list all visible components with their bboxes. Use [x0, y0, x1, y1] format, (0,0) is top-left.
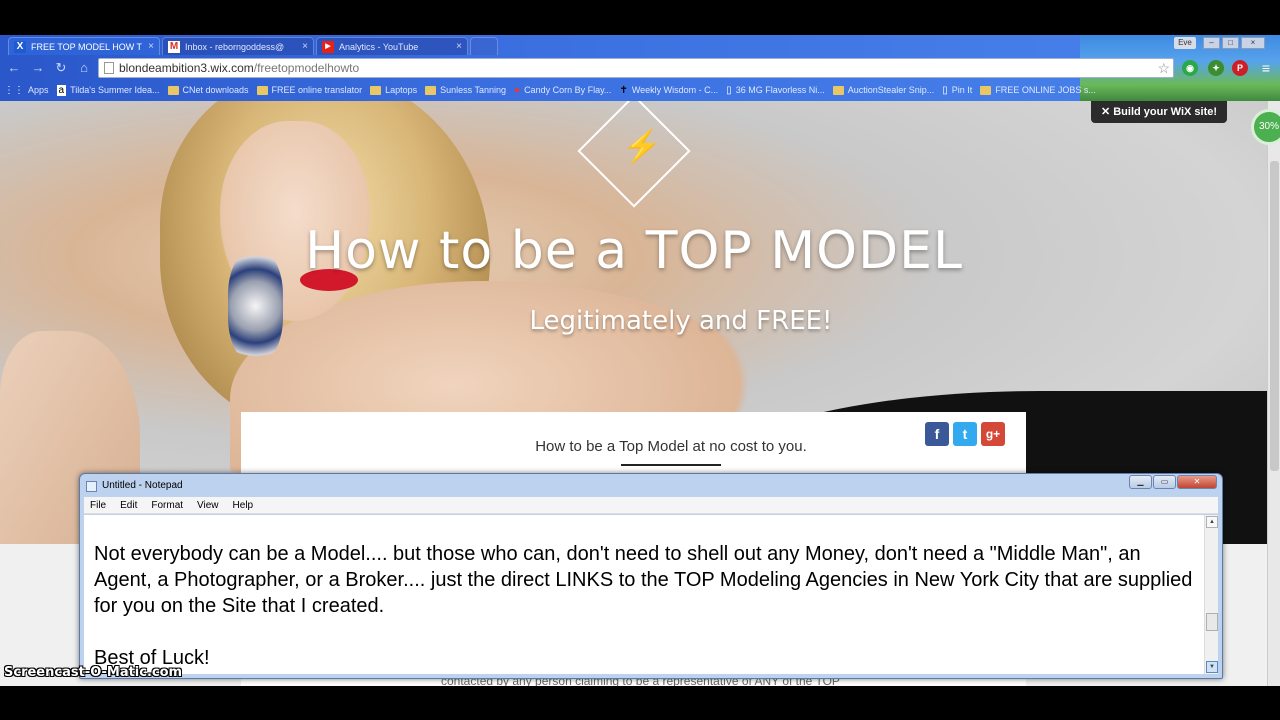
- extension-leaf-icon[interactable]: ✦: [1208, 60, 1224, 76]
- folder-icon: [167, 85, 179, 95]
- browser-chrome: X FREE TOP MODEL HOW T × M Inbox - rebor…: [0, 35, 1280, 101]
- bookmark-free-online-jobs[interactable]: FREE ONLINE JOBS s...: [980, 85, 1096, 95]
- close-icon[interactable]: ×: [302, 38, 308, 55]
- lightning-bolt-icon: ⚡: [622, 128, 662, 164]
- maximize-button[interactable]: □: [1222, 37, 1239, 49]
- folder-icon: [256, 85, 268, 95]
- bookmark-star-icon[interactable]: ☆: [1157, 60, 1170, 77]
- site-title: How to be a TOP MODEL: [305, 221, 963, 281]
- bookmark-pin-it[interactable]: ▯ Pin It: [942, 85, 972, 96]
- tab-label: FREE TOP MODEL HOW T: [31, 42, 143, 52]
- notepad-maximize-button[interactable]: ▭: [1153, 475, 1176, 489]
- cross-icon: ✝: [619, 84, 628, 96]
- home-icon[interactable]: ⌂: [76, 60, 92, 76]
- tab-analytics-youtube[interactable]: ▶ Analytics - YouTube ×: [316, 37, 468, 55]
- menu-icon[interactable]: ≡: [1258, 60, 1274, 76]
- close-icon[interactable]: ×: [148, 38, 154, 55]
- notepad-content: Not everybody can be a Model.... but tho…: [94, 541, 1194, 671]
- menu-format[interactable]: Format: [151, 497, 183, 513]
- notepad-window: Untitled - Notepad ▁ ▭ ✕ File Edit Forma…: [79, 473, 1223, 679]
- notepad-closing: Best of Luck!: [94, 647, 210, 669]
- menu-view[interactable]: View: [197, 497, 219, 513]
- reload-icon[interactable]: ↻: [53, 60, 69, 76]
- notepad-window-controls: ▁ ▭ ✕: [1129, 475, 1217, 489]
- address-bar[interactable]: blondeambition3.wix.com/freetopmodelhowt…: [98, 58, 1174, 78]
- tab-free-top-model[interactable]: X FREE TOP MODEL HOW T ×: [8, 37, 160, 55]
- bookmark-sunless-tanning[interactable]: Sunless Tanning: [425, 85, 506, 95]
- notepad-minimize-button[interactable]: ▁: [1129, 475, 1152, 489]
- page-icon: ▯: [726, 84, 732, 96]
- google-plus-share-button[interactable]: g+: [981, 422, 1005, 446]
- build-wix-site-button[interactable]: ✕ Build your WiX site!: [1091, 101, 1227, 123]
- page-scrollbar[interactable]: [1267, 101, 1280, 686]
- folder-icon: [370, 85, 382, 95]
- bookmark-cnet[interactable]: CNet downloads: [167, 85, 249, 95]
- site-subtitle: Legitimately and FREE!: [529, 306, 833, 336]
- menu-edit[interactable]: Edit: [120, 497, 137, 513]
- pinterest-icon[interactable]: P: [1232, 60, 1248, 76]
- letterbox-top: [0, 0, 1280, 35]
- bookmark-weekly-wisdom[interactable]: ✝ Weekly Wisdom - C...: [619, 85, 718, 96]
- page-icon: ▯: [942, 84, 948, 96]
- forward-arrow-icon[interactable]: →: [30, 60, 46, 76]
- tab-label: Analytics - YouTube: [339, 42, 419, 52]
- tab-inbox[interactable]: M Inbox - reborngoddess@ ×: [162, 37, 314, 55]
- extension-green-icon[interactable]: ◉: [1182, 60, 1198, 76]
- bookmark-candy-corn[interactable]: ● Candy Corn By Flay...: [514, 85, 611, 96]
- notepad-text-area[interactable]: Not everybody can be a Model.... but tho…: [84, 515, 1218, 674]
- bookmark-translator[interactable]: FREE online translator: [256, 85, 362, 95]
- tab-label: Inbox - reborngoddess@: [185, 42, 285, 52]
- bookmark-apps[interactable]: ⋮⋮ Apps: [4, 85, 49, 96]
- browser-toolbar: ← → ↻ ⌂ blondeambition3.wix.com/freetopm…: [0, 56, 1280, 80]
- notepad-title: Untitled - Notepad: [102, 480, 183, 491]
- folder-icon: [425, 85, 437, 95]
- folder-icon: [980, 85, 992, 95]
- twitter-share-button[interactable]: t: [953, 422, 977, 446]
- notepad-scrollbar[interactable]: ▲ ▼: [1204, 515, 1218, 674]
- user-profile-badge[interactable]: Eve: [1174, 37, 1196, 49]
- notepad-scrollbar-thumb[interactable]: [1206, 613, 1218, 631]
- apps-grid-icon: ⋮⋮: [4, 84, 24, 96]
- back-arrow-icon[interactable]: ←: [6, 60, 22, 76]
- notepad-paragraph: Not everybody can be a Model.... but tho…: [94, 543, 1193, 617]
- gmail-icon: M: [168, 41, 180, 53]
- bookmark-auctionstealer[interactable]: AuctionStealer Snip...: [832, 85, 934, 95]
- heading-underline: [621, 464, 721, 466]
- close-icon[interactable]: ×: [456, 38, 462, 55]
- zoom-badge[interactable]: 30%: [1251, 109, 1280, 145]
- notepad-close-button[interactable]: ✕: [1177, 475, 1217, 489]
- notepad-menubar: File Edit Format View Help: [84, 497, 1218, 514]
- menu-file[interactable]: File: [90, 497, 106, 513]
- bookmark-tildas-summer[interactable]: a Tilda's Summer Idea...: [56, 84, 160, 96]
- minimize-button[interactable]: –: [1203, 37, 1220, 49]
- youtube-icon: ▶: [322, 41, 334, 53]
- bookmark-36mg[interactable]: ▯ 36 MG Flavorless Ni...: [726, 85, 825, 96]
- page-scrollbar-thumb[interactable]: [1270, 161, 1279, 471]
- tab-strip: X FREE TOP MODEL HOW T × M Inbox - rebor…: [8, 37, 500, 57]
- notepad-icon: [86, 481, 97, 492]
- letterbox-bottom: [0, 686, 1280, 720]
- scroll-down-arrow-icon[interactable]: ▼: [1206, 661, 1218, 673]
- page-icon: [104, 62, 114, 74]
- amazon-icon: a: [56, 84, 67, 96]
- url-text: blondeambition3.wix.com/freetopmodelhowt…: [119, 61, 360, 75]
- red-badge-icon: ●: [514, 84, 521, 96]
- close-window-button[interactable]: ×: [1241, 37, 1265, 49]
- new-tab-button[interactable]: [470, 37, 498, 55]
- wix-icon: X: [14, 41, 26, 53]
- scroll-up-arrow-icon[interactable]: ▲: [1206, 516, 1218, 528]
- menu-help[interactable]: Help: [233, 497, 254, 513]
- notepad-titlebar[interactable]: Untitled - Notepad: [86, 477, 183, 495]
- facebook-share-button[interactable]: f: [925, 422, 949, 446]
- screencast-watermark: Screencast-O-Matic.com: [4, 665, 183, 680]
- bookmark-laptops[interactable]: Laptops: [370, 85, 417, 95]
- window-controls: – □ ×: [1203, 37, 1265, 49]
- bookmarks-bar: ⋮⋮ Apps a Tilda's Summer Idea... CNet down…: [0, 80, 1280, 100]
- folder-icon: [832, 85, 844, 95]
